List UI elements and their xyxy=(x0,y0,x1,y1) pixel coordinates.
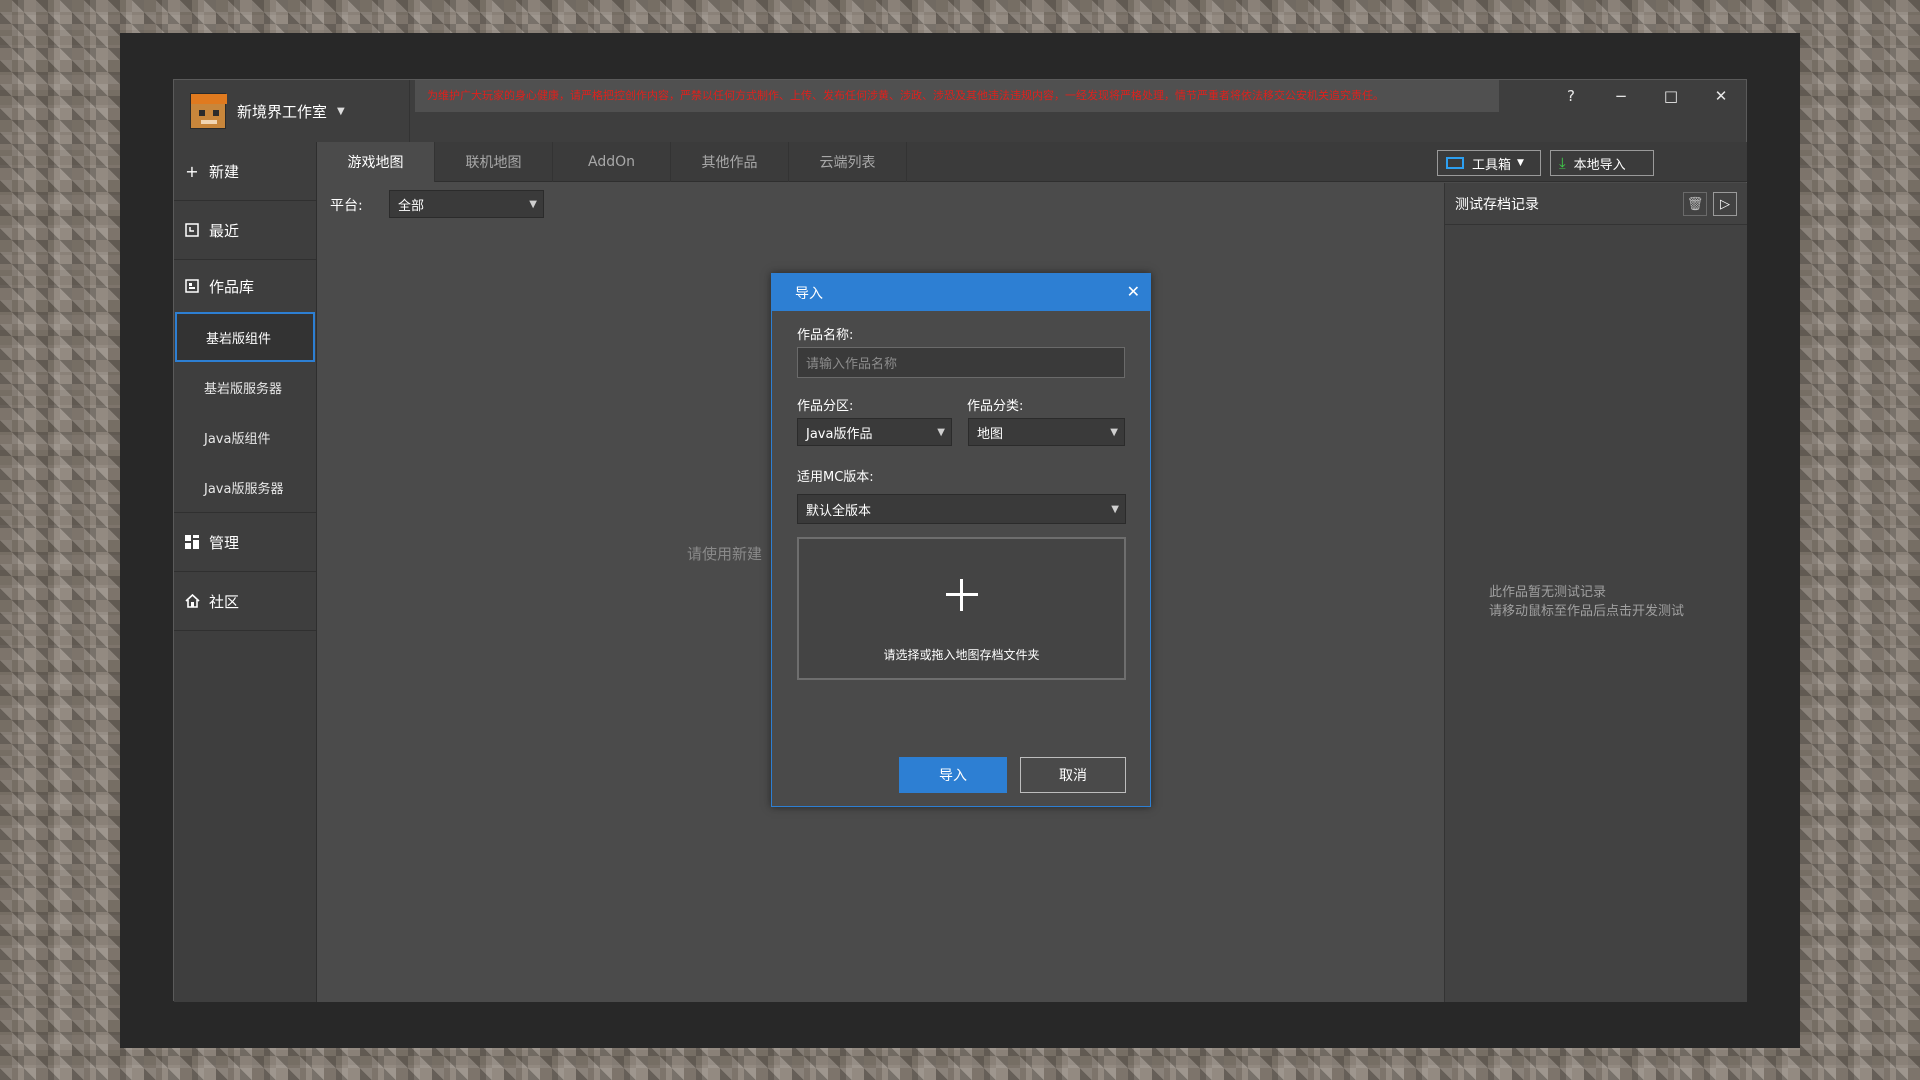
platform-select-value: 全部 xyxy=(398,198,425,214)
sidebar-item-recent[interactable]: 最近 xyxy=(174,201,316,260)
close-button[interactable]: ✕ xyxy=(1696,80,1746,112)
dialog-title: 导入 xyxy=(795,285,823,302)
chevron-down-icon: ▼ xyxy=(1111,503,1119,515)
tab-cloud-list[interactable]: 云端列表 xyxy=(789,142,907,182)
chevron-down-icon: ▼ xyxy=(529,198,537,210)
minimize-button[interactable]: − xyxy=(1596,80,1646,112)
toolbox-icon xyxy=(1446,157,1464,169)
expand-panel-icon[interactable]: ▷ xyxy=(1713,192,1737,216)
toolbox-label: 工具箱 xyxy=(1472,157,1512,173)
sidebar-item-label: 新建 xyxy=(209,162,240,181)
empty-line-2: 请移动鼠标至作品后点击开发测试 xyxy=(1489,604,1685,619)
help-button[interactable]: ? xyxy=(1546,80,1596,112)
test-records-empty: 此作品暂无测试记录 请移动鼠标至作品后点击开发测试 xyxy=(1489,583,1684,621)
mc-version-label: 适用MC版本: xyxy=(797,470,874,485)
sidebar-subitem-bedrock-addon[interactable]: 基岩版组件 xyxy=(175,312,315,362)
work-category-label: 作品分类: xyxy=(967,399,1024,414)
library-icon xyxy=(183,277,201,295)
local-import-button[interactable]: ⤓ 本地导入 xyxy=(1550,150,1654,176)
sidebar-item-new[interactable]: + 新建 xyxy=(174,142,316,201)
notice-banner: 为维护广大玩家的身心健康，请严格把控创作内容，严禁以任何方式制作、上传、发布任何… xyxy=(415,80,1499,112)
plus-icon: + xyxy=(185,161,199,181)
dashboard-icon xyxy=(183,533,201,551)
download-icon: ⤓ xyxy=(1559,154,1566,172)
work-zone-value: Java版作品 xyxy=(806,426,873,442)
tab-online-map[interactable]: 联机地图 xyxy=(435,142,553,182)
import-confirm-button[interactable]: 导入 xyxy=(899,757,1007,793)
sidebar-item-community[interactable]: 社区 xyxy=(174,572,316,631)
work-name-placeholder: 请输入作品名称 xyxy=(806,357,898,372)
sidebar-item-library[interactable]: 作品库 xyxy=(174,260,316,312)
trash-icon[interactable]: 🗑 xyxy=(1683,192,1707,216)
sidebar-item-manage[interactable]: 管理 xyxy=(174,513,316,572)
test-records-panel: 测试存档记录 🗑 ▷ 此作品暂无测试记录 请移动鼠标至作品后点击开发测试 xyxy=(1444,183,1747,1002)
close-icon[interactable]: ✕ xyxy=(1127,282,1140,301)
import-dialog: 导入 ✕ 作品名称: 请输入作品名称 作品分区: Java版作品 ▼ 作品分类:… xyxy=(771,273,1151,807)
content-tabs: 游戏地图 联机地图 AddOn 其他作品 云端列表 工具箱 ▼ ⤓ 本地导入 xyxy=(317,142,1747,182)
test-records-header: 测试存档记录 🗑 ▷ xyxy=(1445,183,1747,225)
sidebar-library-group: 作品库 基岩版组件 基岩版服务器 Java版组件 Java版服务器 xyxy=(174,260,316,513)
empty-line-1: 此作品暂无测试记录 xyxy=(1489,585,1607,600)
map-folder-drop-zone[interactable]: 请选择或拖入地图存档文件夹 xyxy=(797,537,1126,680)
dialog-header: 导入 ✕ xyxy=(772,274,1150,311)
sidebar: + 新建 最近 作品库 基岩版组件 基岩版服务器 Java版组件 Java版服务… xyxy=(174,142,317,1002)
chevron-down-icon: ▼ xyxy=(937,426,945,438)
work-category-value: 地图 xyxy=(977,426,1004,442)
sidebar-item-label: 社区 xyxy=(209,592,240,611)
toolbox-button[interactable]: 工具箱 ▼ xyxy=(1437,150,1541,176)
platform-label: 平台: xyxy=(330,198,363,214)
sidebar-subitem-java-server[interactable]: Java版服务器 xyxy=(174,462,316,512)
drop-zone-text: 请选择或拖入地图存档文件夹 xyxy=(883,648,1040,662)
sidebar-item-label: 作品库 xyxy=(209,277,255,296)
sidebar-subitem-java-addon[interactable]: Java版组件 xyxy=(174,412,316,462)
window-controls: ? − □ ✕ xyxy=(1546,80,1746,112)
test-records-title: 测试存档记录 xyxy=(1455,196,1539,213)
plus-icon xyxy=(946,579,978,611)
chevron-down-icon: ▼ xyxy=(337,105,345,117)
studio-name: 新境界工作室 xyxy=(237,102,328,121)
chevron-down-icon: ▼ xyxy=(1110,426,1118,438)
clock-icon xyxy=(183,221,201,239)
title-bar: 新境界工作室 ▼ 为维护广大玩家的身心健康，请严格把控创作内容，严禁以任何方式制… xyxy=(174,80,1746,142)
local-import-label: 本地导入 xyxy=(1573,157,1626,173)
chevron-down-icon: ▼ xyxy=(1517,158,1524,168)
sidebar-item-label: 管理 xyxy=(209,533,240,552)
work-name-label: 作品名称: xyxy=(797,328,854,343)
studio-switcher[interactable]: 新境界工作室 ▼ xyxy=(174,80,410,142)
cancel-button[interactable]: 取消 xyxy=(1020,757,1126,793)
empty-hint: 请使用新建 xyxy=(687,545,763,563)
tab-other-works[interactable]: 其他作品 xyxy=(671,142,789,182)
avatar xyxy=(190,93,227,129)
work-zone-label: 作品分区: xyxy=(797,399,854,414)
platform-select[interactable]: 全部 ▼ xyxy=(389,190,544,218)
sidebar-subitem-bedrock-server[interactable]: 基岩版服务器 xyxy=(174,362,316,412)
mc-version-select[interactable]: 默认全版本 ▼ xyxy=(797,494,1126,524)
sidebar-item-label: 最近 xyxy=(209,221,240,240)
maximize-button[interactable]: □ xyxy=(1646,80,1696,112)
tab-game-map[interactable]: 游戏地图 xyxy=(317,142,435,182)
tab-addon[interactable]: AddOn xyxy=(553,142,671,182)
work-category-select[interactable]: 地图 ▼ xyxy=(968,418,1125,446)
home-icon xyxy=(183,592,201,610)
work-name-input[interactable]: 请输入作品名称 xyxy=(797,347,1125,378)
work-zone-select[interactable]: Java版作品 ▼ xyxy=(797,418,952,446)
mc-version-value: 默认全版本 xyxy=(806,503,872,519)
